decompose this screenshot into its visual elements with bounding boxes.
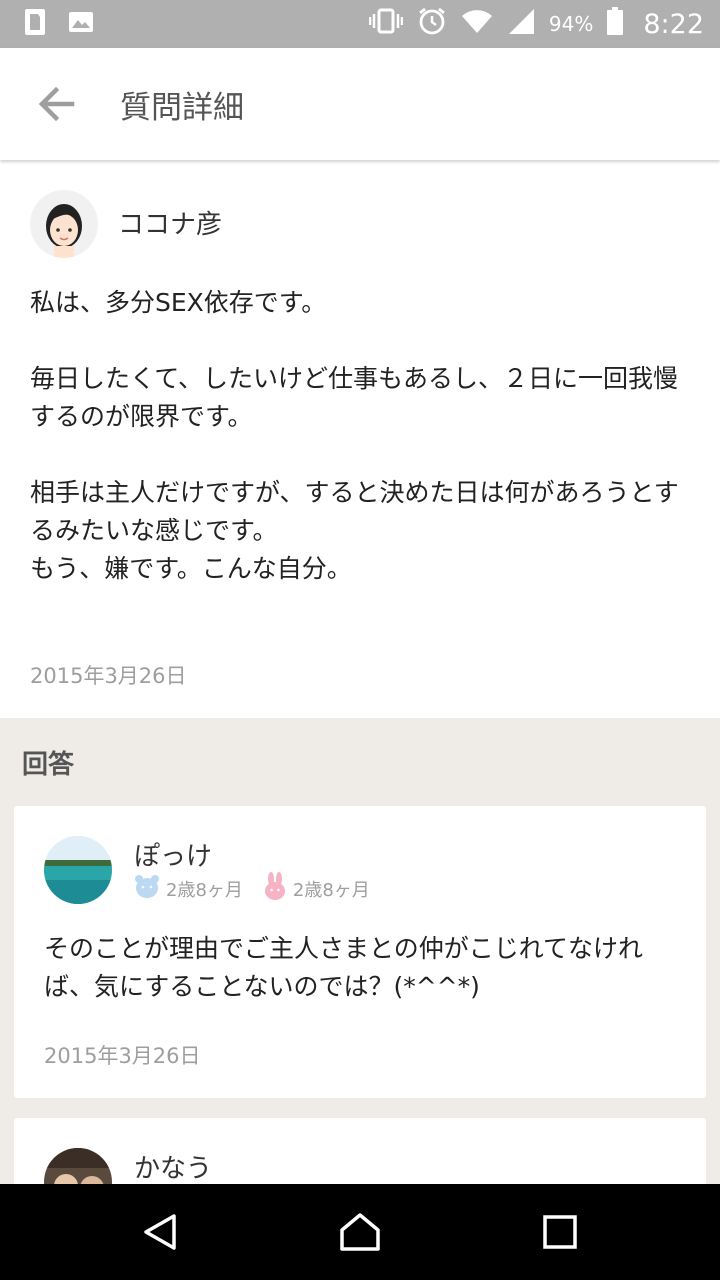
- battery-percent: 94%: [548, 12, 594, 36]
- children-ages: 2歳8ヶ月 2歳8ヶ月: [134, 872, 370, 905]
- back-triangle-icon[interactable]: [136, 1208, 184, 1256]
- question-author-name[interactable]: ココナ彦: [118, 204, 222, 241]
- child-age-label: 2歳8ヶ月: [292, 879, 370, 901]
- vibrate-icon: [368, 8, 404, 40]
- bear-icon: [134, 874, 160, 903]
- image-notification-icon: [68, 11, 94, 37]
- alarm-icon: [417, 6, 447, 42]
- answer-author-name[interactable]: かなう: [134, 1148, 212, 1184]
- recents-icon[interactable]: [536, 1208, 584, 1256]
- answer-card: ぽっけ 2歳8ヶ月 2歳8ヶ月 そのことが理由でご主人さまとの仲がこじれてなけれ…: [14, 806, 706, 1098]
- question-body: 私は、多分SEX依存です。 毎日したくて、したいけど仕事もあるし、２日に一回我慢…: [30, 284, 690, 626]
- system-navigation-bar: [0, 1184, 720, 1280]
- rabbit-icon: [263, 872, 287, 905]
- child-age-label: 2歳8ヶ月: [166, 879, 243, 901]
- home-icon[interactable]: [336, 1208, 384, 1256]
- answers-heading: 回答: [22, 750, 75, 780]
- question-paragraph: 相手は主人だけですが、すると決めた日は何があろうとするみたいな感じです。 もう、…: [30, 478, 679, 583]
- battery-icon: [607, 7, 624, 41]
- child-age: 2歳8ヶ月: [263, 872, 370, 905]
- back-arrow-icon[interactable]: [36, 84, 76, 124]
- answer-body: そのことが理由でご主人さまとの仲がこじれてなければ、気にすることないのでは？(*…: [44, 934, 644, 1001]
- wifi-icon: [461, 8, 493, 40]
- answer-date: 2015年3月26日: [44, 1044, 201, 1068]
- signal-icon: [507, 7, 535, 41]
- question-date: 2015年3月26日: [30, 664, 187, 688]
- question-post: ココナ彦 私は、多分SEX依存です。 毎日したくて、したいけど仕事もあるし、２日…: [0, 160, 720, 718]
- status-bar: 94% 8:22: [0, 0, 720, 48]
- question-paragraph: 私は、多分SEX依存です。: [30, 288, 327, 317]
- page-title: 質問詳細: [120, 90, 244, 126]
- clock: 8:22: [643, 8, 704, 40]
- child-age: 2歳8ヶ月: [134, 872, 243, 905]
- avatar[interactable]: [44, 836, 112, 904]
- sim-notification-icon: [24, 8, 46, 40]
- app-bar: 質問詳細: [0, 48, 720, 160]
- question-paragraph: 毎日したくて、したいけど仕事もあるし、２日に一回我慢するのが限界です。: [30, 364, 679, 431]
- answers-section: 回答 ぽっけ 2歳8ヶ月 2歳8ヶ月 そのことが理由でご主人さまとの仲がこじれて…: [0, 718, 720, 1184]
- answer-card: かなう: [14, 1118, 706, 1184]
- answer-author-name[interactable]: ぽっけ: [134, 836, 212, 873]
- avatar[interactable]: [44, 1148, 112, 1184]
- avatar[interactable]: [30, 190, 98, 258]
